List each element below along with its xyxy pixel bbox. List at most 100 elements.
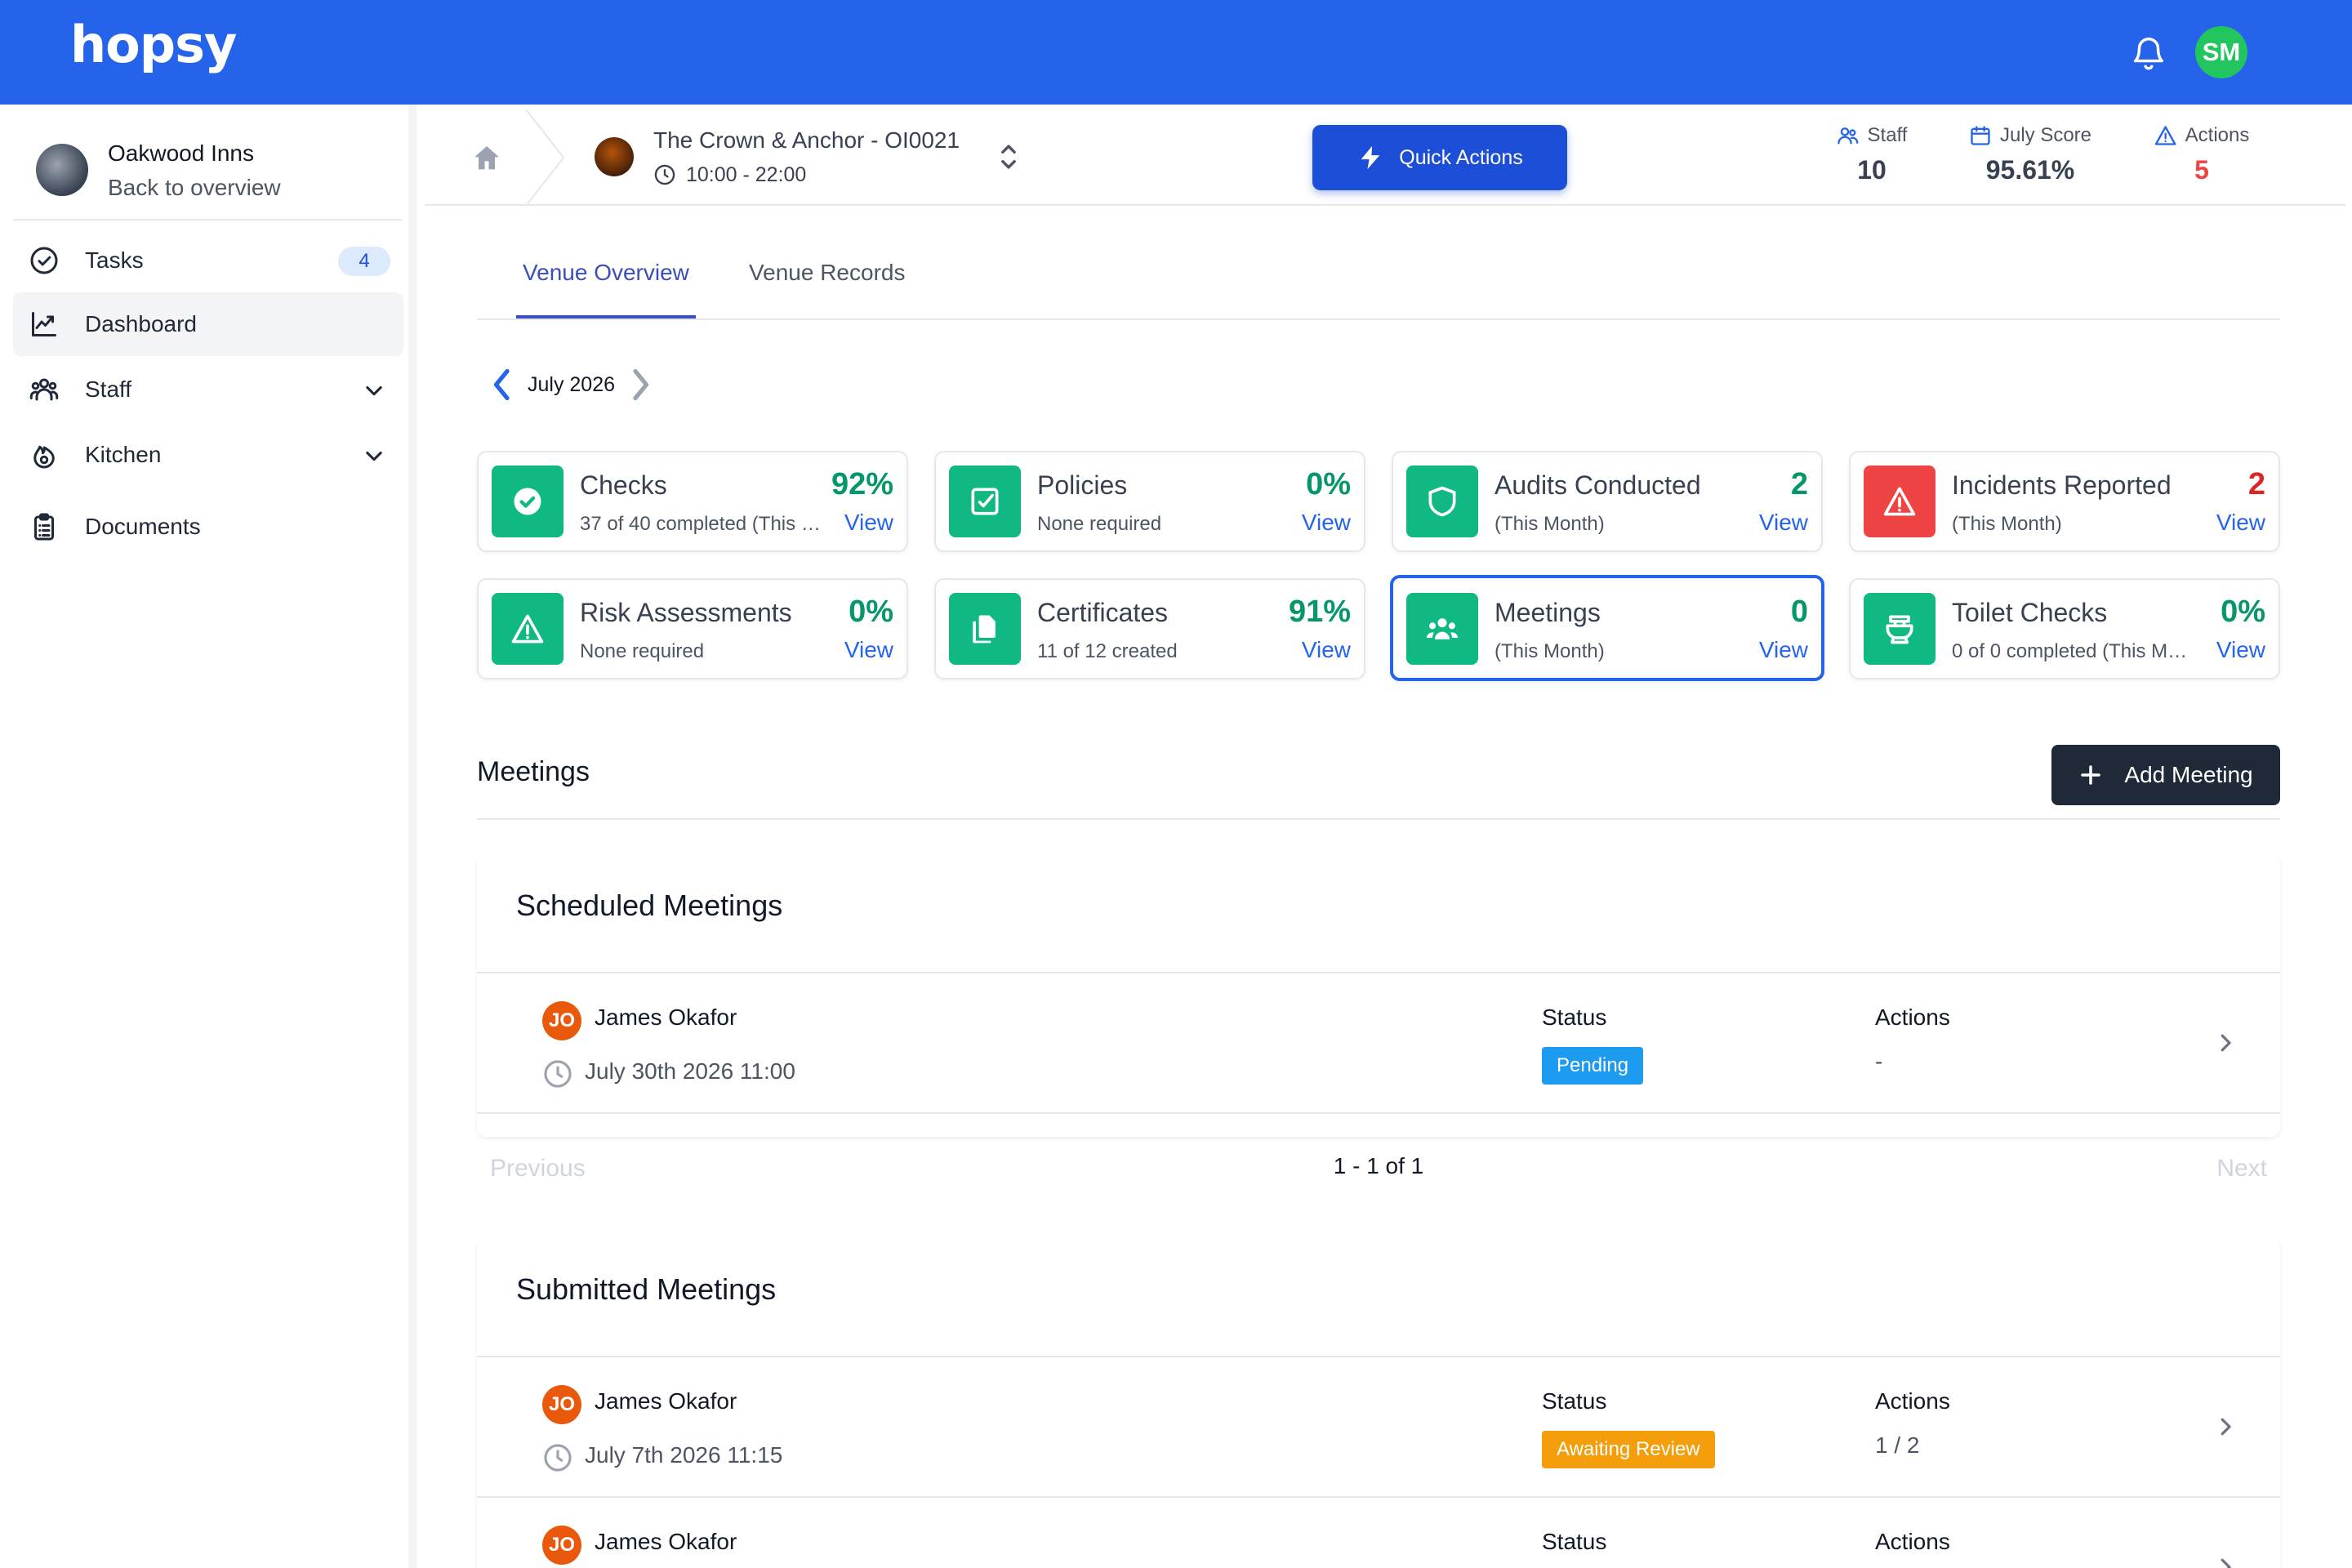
card-risk-assessments[interactable]: Risk Assessments None required 0% View bbox=[477, 578, 908, 679]
app-logo[interactable]: hopsy bbox=[70, 15, 237, 74]
card-icon-box bbox=[1406, 466, 1478, 537]
card-icon-box bbox=[1406, 593, 1478, 665]
venue-avatar bbox=[595, 137, 634, 176]
venue-name[interactable]: The Crown & Anchor - OI0021 bbox=[653, 127, 960, 154]
card-title: Incidents Reported bbox=[1952, 470, 2172, 500]
sidebar-item-tasks[interactable]: Tasks 4 bbox=[13, 229, 403, 292]
scheduled-meetings-panel: Scheduled Meetings JO James Okafor July … bbox=[477, 854, 2280, 1137]
actions-value: - bbox=[1875, 1049, 1883, 1074]
table-row[interactable]: JO James Okafor July 7th 2026 11:15 Stat… bbox=[477, 1357, 2280, 1498]
card-policies[interactable]: Policies None required 0% View bbox=[934, 451, 1365, 552]
home-icon[interactable] bbox=[470, 142, 503, 175]
sidebar-item-label: Tasks bbox=[85, 247, 144, 273]
card-view-link[interactable]: View bbox=[1759, 637, 1808, 663]
chevron-down-icon[interactable] bbox=[363, 444, 385, 467]
card-meetings[interactable]: Meetings (This Month) 0 View bbox=[1390, 575, 1824, 681]
section-divider bbox=[477, 818, 2280, 820]
status-label: Status bbox=[1542, 1004, 1607, 1030]
shield-icon bbox=[1428, 486, 1456, 517]
card-view-link[interactable]: View bbox=[2216, 510, 2265, 536]
card-title: Toilet Checks bbox=[1952, 598, 2108, 627]
status-label: Status bbox=[1542, 1529, 1607, 1554]
users-icon bbox=[1838, 127, 1859, 145]
card-subtitle: (This Month) bbox=[1494, 640, 1605, 662]
card-value: 0% bbox=[849, 595, 893, 629]
card-icon-box bbox=[949, 593, 1021, 665]
stat-value: 10 bbox=[1857, 155, 1886, 185]
chevron-down-icon[interactable] bbox=[363, 379, 385, 402]
card-view-link[interactable]: View bbox=[844, 510, 893, 536]
card-checks[interactable]: Checks 37 of 40 completed (This Month) 9… bbox=[477, 451, 908, 552]
chevron-up-down-icon[interactable] bbox=[996, 140, 1021, 173]
table-row[interactable]: JO James Okafor Status Actions bbox=[477, 1498, 2280, 1568]
actions-label: Actions bbox=[1875, 1388, 1950, 1414]
meeting-date: July 30th 2026 11:00 bbox=[585, 1058, 795, 1084]
sidebar-item-documents[interactable]: Documents bbox=[13, 495, 403, 559]
check-circle-icon bbox=[30, 247, 58, 274]
org-switcher[interactable]: Oakwood Inns Back to overview bbox=[36, 136, 395, 217]
chevron-right-icon[interactable] bbox=[2215, 1555, 2236, 1568]
submitted-meetings-panel: Submitted Meetings JO James Okafor July … bbox=[477, 1238, 2280, 1568]
card-view-link[interactable]: View bbox=[844, 637, 893, 663]
chevron-right-icon[interactable] bbox=[2215, 1031, 2236, 1055]
documents-icon bbox=[973, 615, 996, 644]
sidebar-item-label: Dashboard bbox=[85, 311, 197, 336]
clipboard-icon bbox=[34, 513, 54, 541]
check-circle-icon bbox=[514, 488, 541, 515]
add-meeting-button[interactable]: Add Meeting bbox=[2051, 745, 2280, 805]
card-icon-box bbox=[1864, 593, 1936, 665]
card-view-link[interactable]: View bbox=[1302, 637, 1351, 663]
status-badge: Awaiting Review bbox=[1542, 1431, 1715, 1468]
sidebar-item-dashboard[interactable]: Dashboard bbox=[13, 292, 403, 356]
card-subtitle: (This Month) bbox=[1952, 513, 2062, 535]
card-value: 0% bbox=[2221, 595, 2265, 629]
card-title: Risk Assessments bbox=[580, 598, 792, 627]
card-icon-box bbox=[492, 466, 564, 537]
card-toilet-checks[interactable]: Toilet Checks 0 of 0 completed (This Mon… bbox=[1849, 578, 2280, 679]
tab-venue-records[interactable]: Venue Records bbox=[742, 260, 911, 318]
user-avatar[interactable]: SM bbox=[2195, 26, 2247, 78]
clock-icon bbox=[544, 1444, 572, 1472]
bell-icon[interactable] bbox=[2130, 33, 2167, 74]
chevron-left-icon[interactable] bbox=[490, 366, 514, 403]
chevron-right-icon[interactable] bbox=[2215, 1414, 2236, 1439]
sidebar-item-kitchen[interactable]: Kitchen bbox=[13, 423, 403, 487]
breadcrumb-separator bbox=[526, 109, 565, 206]
sidebar-item-staff[interactable]: Staff bbox=[13, 358, 403, 421]
pagination: Previous 1 - 1 of 1 Next bbox=[477, 1147, 2280, 1192]
warning-triangle-icon bbox=[1883, 487, 1916, 516]
org-avatar bbox=[36, 144, 88, 196]
card-incidents-reported[interactable]: Incidents Reported (This Month) 2 View bbox=[1849, 451, 2280, 552]
stat-july-score: July Score 95.61% bbox=[1969, 124, 2091, 185]
quick-actions-button[interactable]: Quick Actions bbox=[1312, 125, 1567, 190]
chart-line-icon bbox=[32, 312, 56, 336]
pagination-range: 1 - 1 of 1 bbox=[1333, 1153, 1424, 1178]
card-certificates[interactable]: Certificates 11 of 12 created 91% View bbox=[934, 578, 1365, 679]
card-view-link[interactable]: View bbox=[1302, 510, 1351, 536]
meeting-host-name: James Okafor bbox=[595, 1529, 737, 1554]
chevron-right-icon[interactable] bbox=[628, 366, 653, 403]
back-to-overview-link[interactable]: Back to overview bbox=[108, 175, 281, 201]
avatar: JO bbox=[542, 1526, 581, 1565]
calendar-icon bbox=[1971, 126, 1990, 145]
card-title: Certificates bbox=[1037, 598, 1169, 627]
card-value: 0 bbox=[1790, 595, 1808, 629]
stat-staff: Staff 10 bbox=[1837, 124, 1907, 185]
table-row[interactable]: JO James Okafor July 30th 2026 11:00 Sta… bbox=[477, 973, 2280, 1114]
card-subtitle: 11 of 12 created bbox=[1037, 640, 1178, 662]
card-icon-box bbox=[492, 593, 564, 665]
tab-venue-overview[interactable]: Venue Overview bbox=[516, 260, 696, 318]
card-value: 2 bbox=[1790, 467, 1808, 501]
tasks-count-badge: 4 bbox=[338, 247, 390, 276]
card-subtitle: None required bbox=[580, 640, 705, 662]
sidebar: Oakwood Inns Back to overview Tasks 4 Da… bbox=[0, 105, 416, 1568]
meeting-host-name: James Okafor bbox=[595, 1388, 737, 1414]
org-name: Oakwood Inns bbox=[108, 140, 254, 166]
stat-label: Actions bbox=[2185, 124, 2250, 146]
current-month: July 2026 bbox=[528, 372, 616, 396]
card-audits-conducted[interactable]: Audits Conducted (This Month) 2 View bbox=[1392, 451, 1823, 552]
next-page-button[interactable]: Next bbox=[2216, 1155, 2267, 1183]
sidebar-item-label: Staff bbox=[85, 376, 132, 402]
card-view-link[interactable]: View bbox=[1759, 510, 1808, 536]
card-view-link[interactable]: View bbox=[2216, 637, 2265, 663]
